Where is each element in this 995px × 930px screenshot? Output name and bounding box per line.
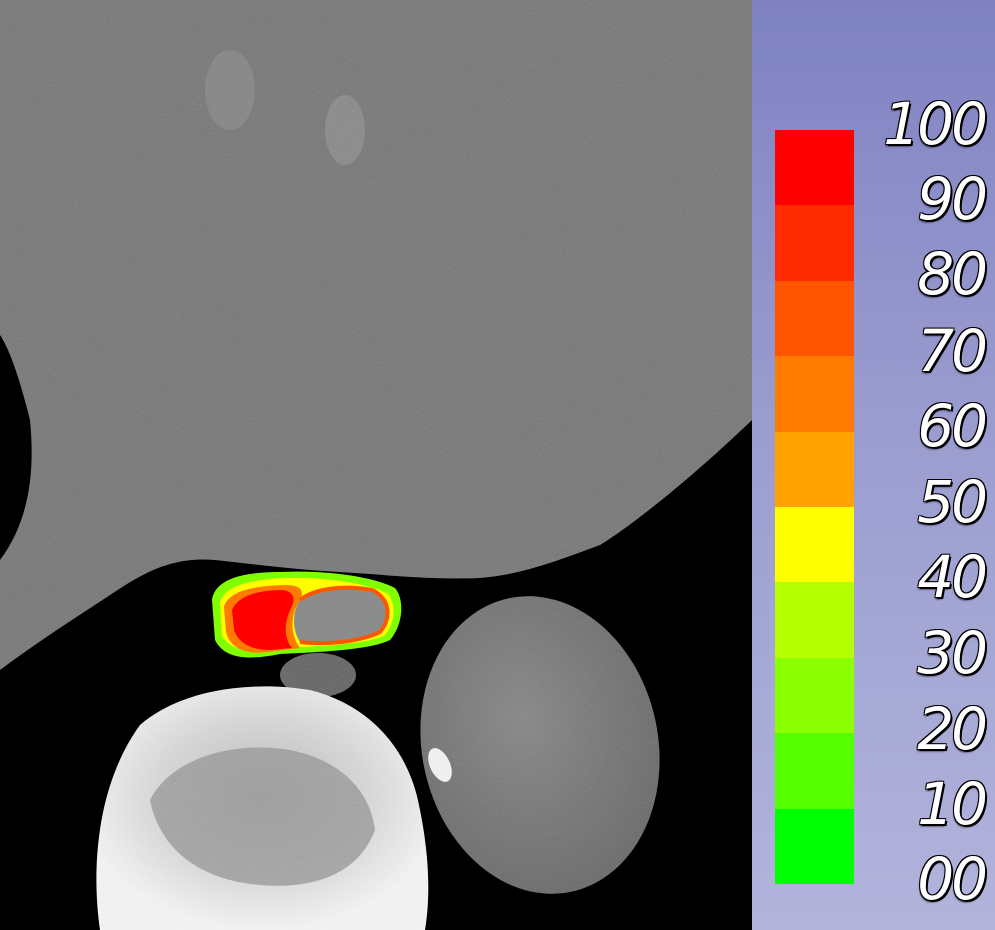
- tick-label: 30: [917, 619, 988, 687]
- color-swatch: [775, 507, 854, 583]
- tick-label: 40: [917, 543, 988, 611]
- color-swatch: [775, 356, 854, 433]
- color-swatch: [775, 205, 854, 282]
- tick-label: 80: [917, 240, 988, 308]
- color-swatch: [775, 280, 854, 357]
- color-scale-legend: 100 90 80 70 60 50 40 30 20 10 00: [752, 0, 995, 930]
- color-swatch: [775, 130, 854, 206]
- color-swatch: [775, 657, 854, 734]
- tick-label: 20: [917, 695, 988, 763]
- color-swatch: [775, 582, 854, 659]
- ct-scan-image: [0, 0, 752, 930]
- tick-label: 50: [917, 468, 988, 536]
- color-swatch: [775, 808, 854, 885]
- aorta: [420, 596, 660, 894]
- color-bar: [775, 130, 854, 885]
- color-swatch: [775, 733, 854, 810]
- tick-label: 90: [917, 165, 988, 233]
- tick-label: 10: [917, 770, 988, 838]
- color-swatch: [775, 431, 854, 508]
- heatmap-overlay: [212, 571, 402, 658]
- tick-label: 100: [883, 90, 988, 158]
- heart-tissue: [0, 0, 752, 670]
- tick-label: 60: [917, 392, 988, 460]
- tick-label: 70: [917, 317, 988, 385]
- tick-label: 00: [917, 845, 988, 913]
